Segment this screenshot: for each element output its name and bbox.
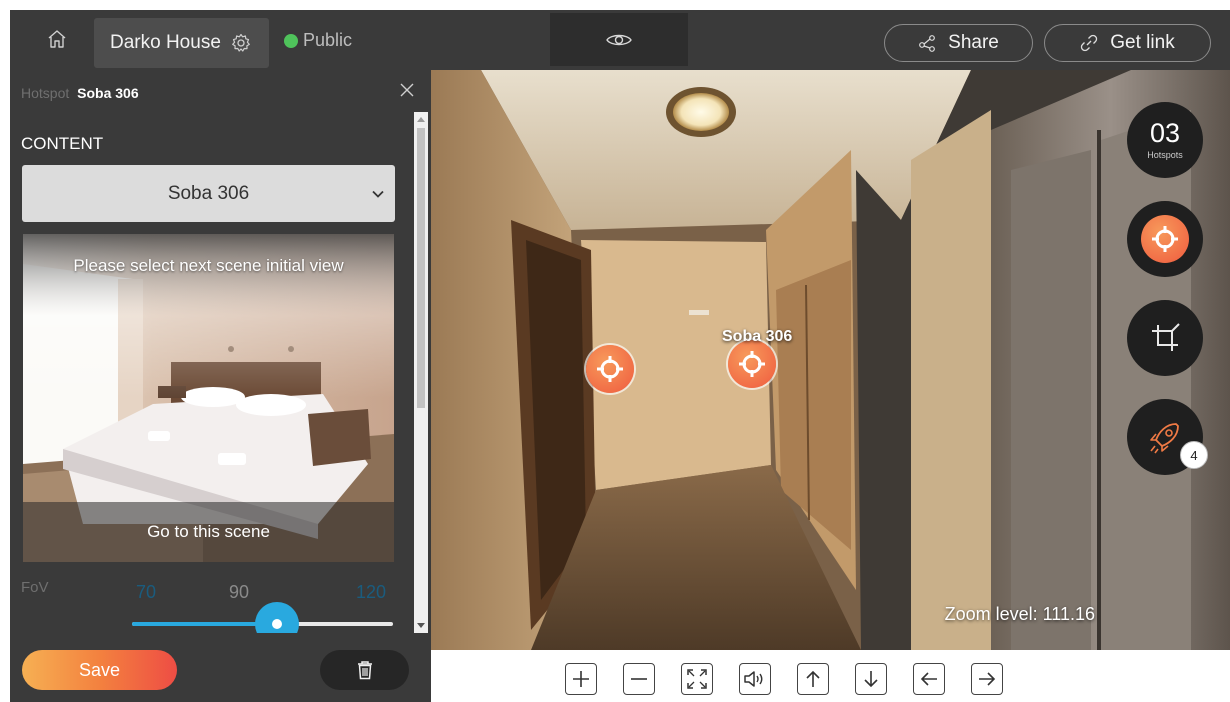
notification-badge: 4 — [1180, 441, 1208, 469]
fov-label: FoV — [21, 579, 49, 596]
zoom-level-readout: Zoom level: 111.16 — [944, 604, 1095, 624]
scroll-up-arrow-icon[interactable] — [417, 117, 425, 122]
scroll-down-arrow-icon[interactable] — [417, 623, 425, 628]
panorama-viewer[interactable]: Soba 306 Zoom level: 111.16 03 Hotspots — [431, 70, 1230, 650]
hotspots-count-label: Hotspots — [1147, 150, 1183, 160]
hotspot-name: Soba 306 — [77, 85, 139, 101]
sound-button[interactable] — [739, 663, 771, 695]
hotspot-editor-panel: Hotspot Soba 306 CONTENT Soba 306 Please… — [10, 70, 431, 702]
pan-left-button[interactable] — [913, 663, 945, 695]
fov-tick-70: 70 — [136, 582, 157, 602]
home-button[interactable] — [46, 28, 68, 50]
preview-button[interactable] — [550, 13, 688, 66]
panel-header: Hotspot Soba 306 — [21, 85, 139, 101]
arrow-up-icon — [806, 670, 820, 687]
hallway-panorama-image — [431, 70, 1230, 650]
zoom-in-button[interactable] — [565, 663, 597, 695]
pan-down-button[interactable] — [855, 663, 887, 695]
hotspots-count-button[interactable]: 03 Hotspots — [1127, 102, 1203, 178]
arrow-right-icon — [979, 672, 996, 686]
fov-slider[interactable] — [132, 602, 393, 633]
go-to-scene-button[interactable]: Go to this scene — [23, 502, 394, 562]
panel-scroll-area: Hotspot Soba 306 CONTENT Soba 306 Please… — [10, 70, 431, 633]
fov-tick-90: 90 — [229, 582, 250, 602]
content-section-label: CONTENT — [21, 134, 104, 153]
target-icon — [1141, 215, 1189, 263]
fov-slider-handle[interactable] — [255, 602, 299, 633]
visibility-label: Public — [303, 30, 353, 50]
pan-up-button[interactable] — [797, 663, 829, 695]
crop-icon — [1152, 323, 1180, 351]
hotspot-marker[interactable] — [586, 345, 634, 393]
arrow-down-icon — [864, 671, 878, 688]
project-name: Darko House — [110, 32, 221, 53]
rocket-icon — [1150, 423, 1179, 454]
speaker-icon — [744, 671, 763, 687]
project-tab[interactable]: Darko House — [94, 18, 269, 68]
share-button[interactable]: Share — [884, 24, 1033, 62]
visibility-status[interactable]: Public — [284, 30, 352, 51]
trash-icon — [357, 661, 372, 680]
share-label: Share — [948, 32, 999, 53]
top-bar: Darko House Public Share Get link — [10, 10, 1230, 70]
chevron-down-icon — [372, 190, 384, 198]
close-icon[interactable] — [399, 82, 415, 98]
minus-icon — [631, 678, 647, 680]
crop-button[interactable] — [1127, 300, 1203, 376]
share-icon — [919, 35, 936, 52]
get-link-button[interactable]: Get link — [1044, 24, 1211, 62]
plus-icon — [573, 671, 589, 687]
scene-preview[interactable]: Please select next scene initial view Go… — [23, 234, 394, 562]
get-link-label: Get link — [1110, 32, 1175, 53]
scene-select-prompt: Please select next scene initial view — [73, 256, 344, 275]
hotspot-marker-soba-306[interactable] — [728, 340, 776, 388]
arrow-left-icon — [920, 672, 937, 686]
fov-tick-120: 120 — [356, 582, 387, 602]
link-icon — [1081, 34, 1098, 52]
hotspot-label: Soba 306 — [722, 328, 793, 345]
hotspot-kind-label: Hotspot — [21, 85, 70, 101]
content-select[interactable]: Soba 306 — [22, 165, 395, 222]
target-icon — [739, 351, 765, 377]
zoom-out-button[interactable] — [623, 663, 655, 695]
scrollbar-thumb[interactable] — [417, 128, 425, 408]
save-button[interactable]: Save — [22, 650, 177, 690]
panel-scrollbar[interactable] — [414, 112, 428, 633]
target-icon — [597, 356, 623, 382]
hotspots-count: 03 — [1149, 118, 1181, 148]
add-hotspot-button[interactable] — [1127, 201, 1203, 277]
pan-right-button[interactable] — [971, 663, 1003, 695]
gear-icon[interactable] — [231, 33, 251, 53]
content-select-value: Soba 306 — [167, 182, 250, 204]
delete-button[interactable] — [320, 650, 409, 690]
eye-icon — [606, 34, 632, 45]
viewer-toolbar — [431, 650, 1230, 702]
home-icon — [48, 30, 66, 48]
fullscreen-icon — [687, 669, 707, 689]
status-dot-icon — [284, 33, 298, 48]
launch-button[interactable]: 4 — [1127, 399, 1208, 475]
fullscreen-button[interactable] — [681, 663, 713, 695]
